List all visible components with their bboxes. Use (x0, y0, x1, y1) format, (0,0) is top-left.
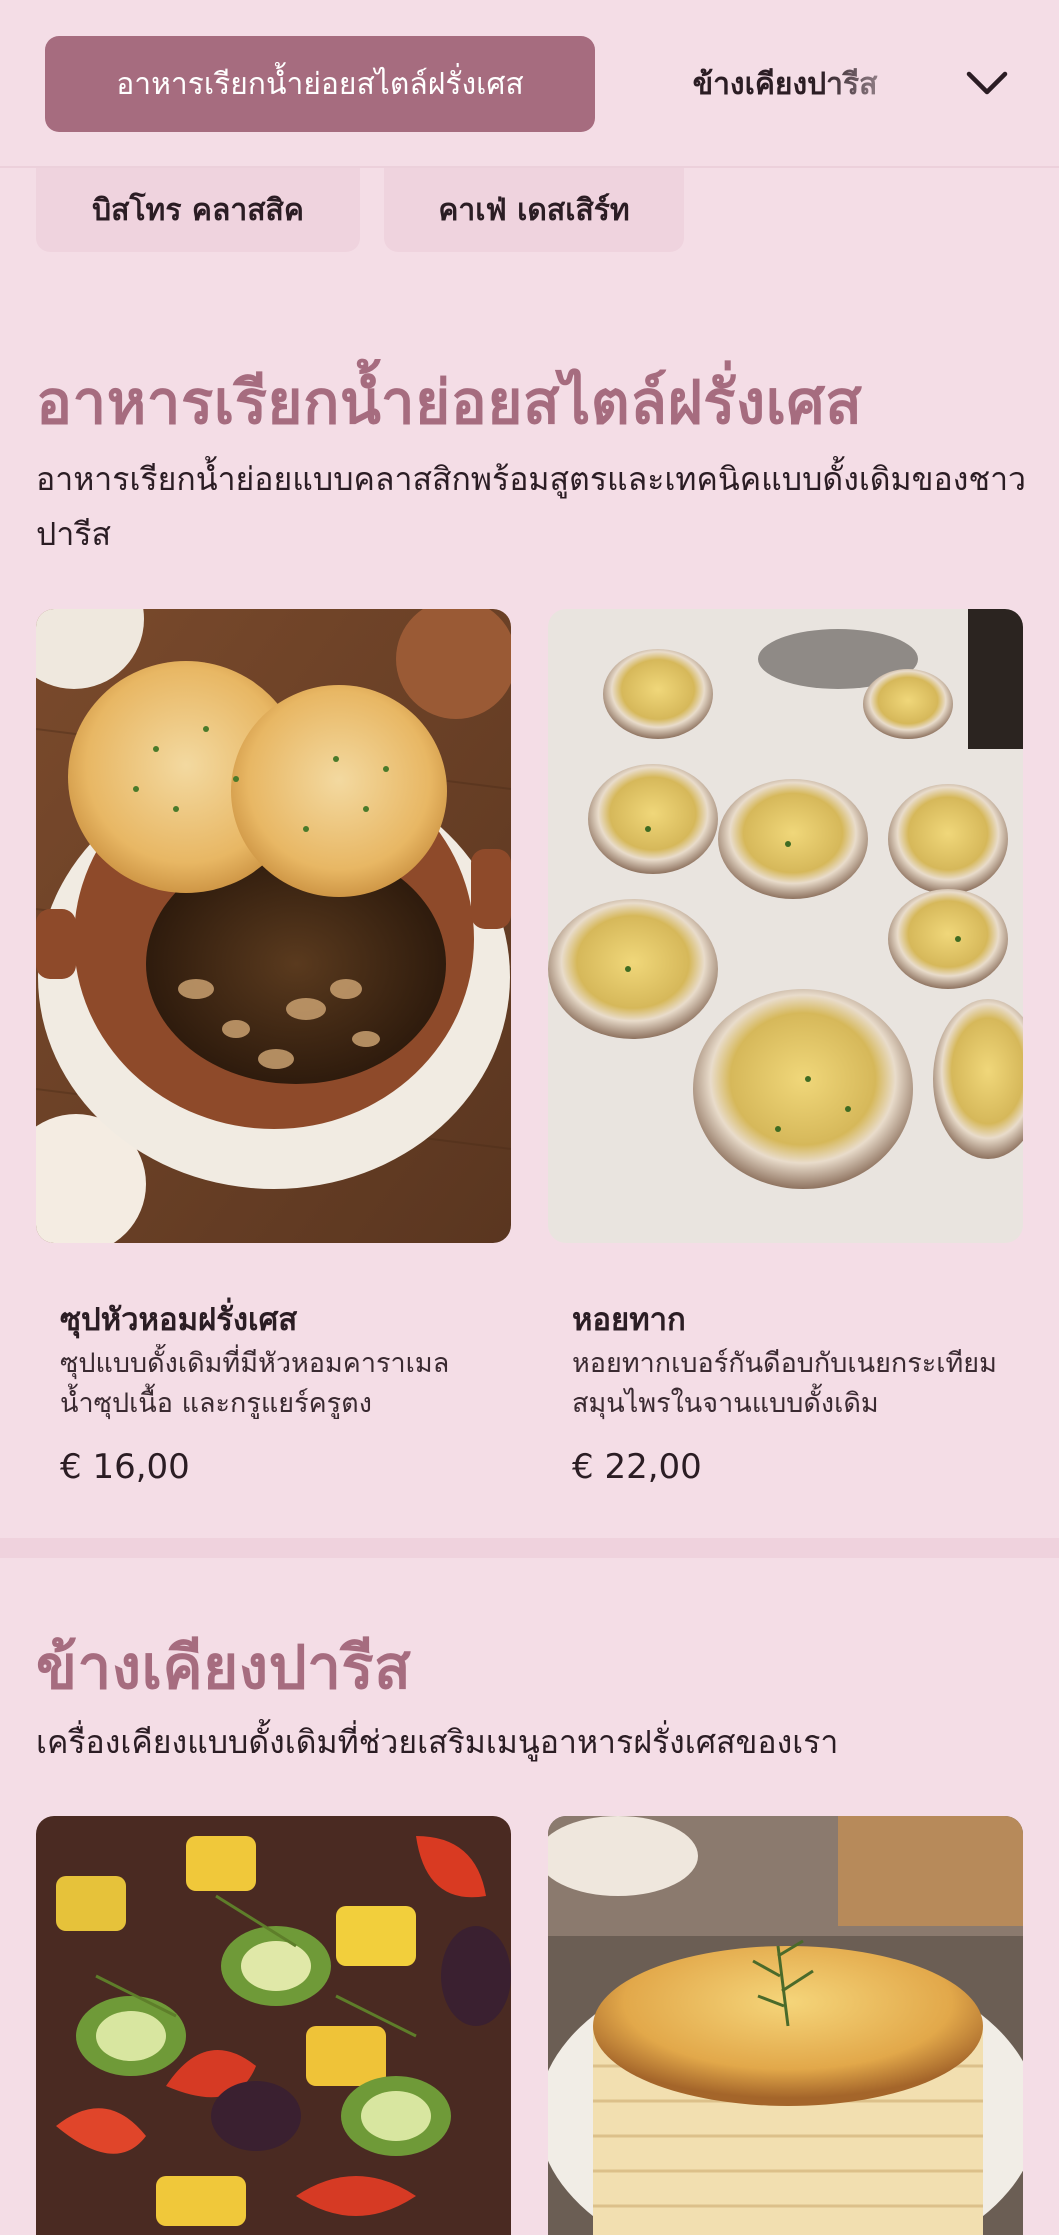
menu-item-price: € 16,00 (60, 1447, 190, 1487)
menu-item-card[interactable] (36, 1816, 511, 2235)
category-chip-cafe-dessert[interactable]: คาเฟ่ เดสเสิร์ท (384, 168, 684, 252)
category-nav-bar: อาหารเรียกน้ำย่อยสไตล์ฝรั่งเศส ข้างเคียง… (0, 0, 1059, 168)
menu-item-description: หอยทากเบอร์กันดีอบกับเนยกระเทียมสมุนไพรใ… (572, 1348, 997, 1419)
category-tab-french-appetizers[interactable]: อาหารเรียกน้ำย่อยสไตล์ฝรั่งเศส (45, 36, 595, 132)
menu-item-name: หอยทาก (572, 1302, 686, 1338)
menu-item-card[interactable] (548, 1816, 1023, 2235)
potato-gratin-image (548, 1816, 1023, 2235)
section-description: อาหารเรียกน้ำย่อยแบบคลาสสิกพร้อมสูตรและเ… (36, 460, 1026, 553)
chevron-down-icon[interactable] (955, 54, 1019, 114)
section-title: ข้างเคียงปารีส (36, 1633, 412, 1703)
menu-item-price: € 22,00 (572, 1447, 702, 1487)
menu-item-name: ซุปหัวหอมฝรั่งเศส (60, 1302, 298, 1338)
section-description: เครื่องเคียงแบบดั้งเดิมที่ช่วยเสริมเมนูอ… (36, 1723, 839, 1761)
menu-item-description: ซุปแบบดั้งเดิมที่มีหัวหอมคาราเมล น้ำซุปเ… (60, 1348, 450, 1419)
menu-item-card[interactable]: ซุปหัวหอมฝรั่งเศส ซุปแบบดั้งเดิมที่มีหัว… (36, 609, 511, 1509)
category-chip-bistro-classic[interactable]: บิสโทร คลาสสิค (36, 168, 360, 252)
chip-label: คาเฟ่ เดสเสิร์ท (438, 192, 630, 228)
menu-item-card[interactable]: หอยทาก หอยทากเบอร์กันดีอบกับเนยกระเทียมส… (548, 609, 1023, 1509)
category-tab-label: ข้างเคียงปารีส (692, 66, 878, 102)
escargot-image (548, 609, 1023, 1243)
category-tab-label: อาหารเรียกน้ำย่อยสไตล์ฝรั่งเศส (116, 66, 524, 102)
onion-soup-image (36, 609, 511, 1243)
menu-page: อาหารเรียกน้ำย่อยสไตล์ฝรั่งเศส ข้างเคียง… (0, 0, 1059, 2235)
section-title: อาหารเรียกน้ำย่อยสไตล์ฝรั่งเศส (36, 368, 863, 438)
chip-label: บิสโทร คลาสสิค (92, 192, 304, 228)
category-tab-paris-sides[interactable]: ข้างเคียงปารีส (640, 36, 930, 132)
section-divider (0, 1538, 1059, 1558)
ratatouille-image (36, 1816, 511, 2235)
